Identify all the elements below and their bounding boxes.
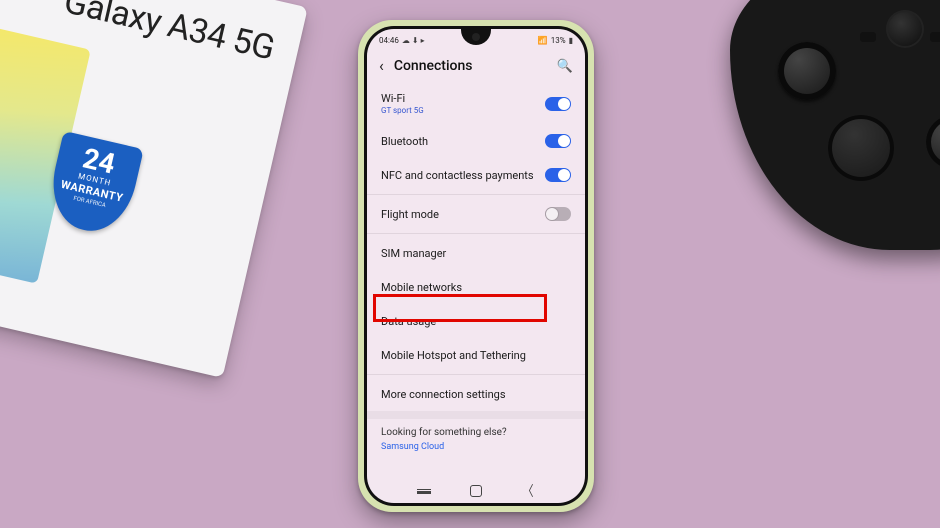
flight-mode-label: Flight mode: [381, 208, 439, 221]
footer-link-samsung-cloud[interactable]: Samsung Cloud: [367, 438, 585, 452]
nav-home-icon[interactable]: [470, 485, 482, 497]
product-title: Galaxy A34 5G: [60, 0, 278, 68]
wifi-network: GT sport 5G: [381, 106, 424, 115]
row-bluetooth[interactable]: Bluetooth: [367, 124, 585, 158]
row-nfc[interactable]: NFC and contactless payments: [367, 158, 585, 192]
page-title: Connections: [394, 58, 547, 74]
view-button: [860, 32, 876, 42]
status-icons-left: ☁ ⬇ ▸: [402, 36, 425, 45]
search-icon[interactable]: 🔍: [557, 59, 573, 74]
guide-button: [886, 10, 924, 48]
row-hotspot[interactable]: Mobile Hotspot and Tethering: [367, 338, 585, 372]
section-divider: [367, 411, 585, 419]
wifi-toggle[interactable]: [545, 97, 571, 111]
phone-screen: 04:46 ☁ ⬇ ▸ 📶 13% ▮ ‹ Connections 🔍 Wi-F…: [367, 29, 585, 503]
row-sim-manager[interactable]: SIM manager: [367, 236, 585, 270]
divider: [367, 233, 585, 234]
back-button[interactable]: ‹: [379, 58, 384, 74]
flight-mode-toggle[interactable]: [545, 207, 571, 221]
front-camera: [472, 33, 480, 41]
navigation-bar: 〈: [367, 479, 585, 503]
wifi-label: Wi-Fi: [381, 92, 424, 105]
bluetooth-label: Bluetooth: [381, 135, 428, 148]
battery-icon: ▮: [569, 36, 573, 45]
more-settings-label: More connection settings: [381, 388, 506, 401]
battery-percent: 13%: [551, 36, 566, 45]
row-mobile-networks[interactable]: Mobile networks: [367, 270, 585, 304]
row-wifi[interactable]: Wi-Fi GT sport 5G: [367, 83, 585, 124]
menu-button: [930, 32, 940, 42]
row-flight-mode[interactable]: Flight mode: [367, 197, 585, 231]
divider: [367, 194, 585, 195]
mobile-networks-label: Mobile networks: [381, 281, 462, 294]
row-more-settings[interactable]: More connection settings: [367, 377, 585, 411]
signal-icon: 📶: [538, 36, 548, 45]
status-right: 📶 13% ▮: [538, 36, 573, 45]
nfc-toggle[interactable]: [545, 168, 571, 182]
phone-frame: 04:46 ☁ ⬇ ▸ 📶 13% ▮ ‹ Connections 🔍 Wi-F…: [364, 26, 588, 506]
data-usage-label: Data usage: [381, 315, 436, 328]
status-left: 04:46 ☁ ⬇ ▸: [379, 36, 425, 45]
bluetooth-toggle[interactable]: [545, 134, 571, 148]
phone: 04:46 ☁ ⬇ ▸ 📶 13% ▮ ‹ Connections 🔍 Wi-F…: [358, 20, 594, 512]
status-time: 04:46: [379, 36, 399, 45]
row-data-usage[interactable]: Data usage: [367, 304, 585, 338]
divider: [367, 374, 585, 375]
footer-prompt: Looking for something else?: [367, 419, 585, 438]
game-controller: Y B X A: [730, 0, 940, 250]
nfc-label: NFC and contactless payments: [381, 169, 534, 182]
dpad: [828, 115, 894, 181]
nav-back-icon[interactable]: 〈: [523, 481, 534, 501]
hotspot-label: Mobile Hotspot and Tethering: [381, 349, 526, 362]
product-box: Galaxy A34 5G 24 MONTH WARRANTY FOR AFRI…: [0, 0, 308, 378]
left-stick: [778, 42, 836, 100]
sim-manager-label: SIM manager: [381, 247, 446, 260]
app-header: ‹ Connections 🔍: [367, 49, 585, 83]
settings-list[interactable]: Wi-Fi GT sport 5G Bluetooth NFC and cont…: [367, 83, 585, 479]
nav-recents-icon[interactable]: [417, 489, 431, 494]
